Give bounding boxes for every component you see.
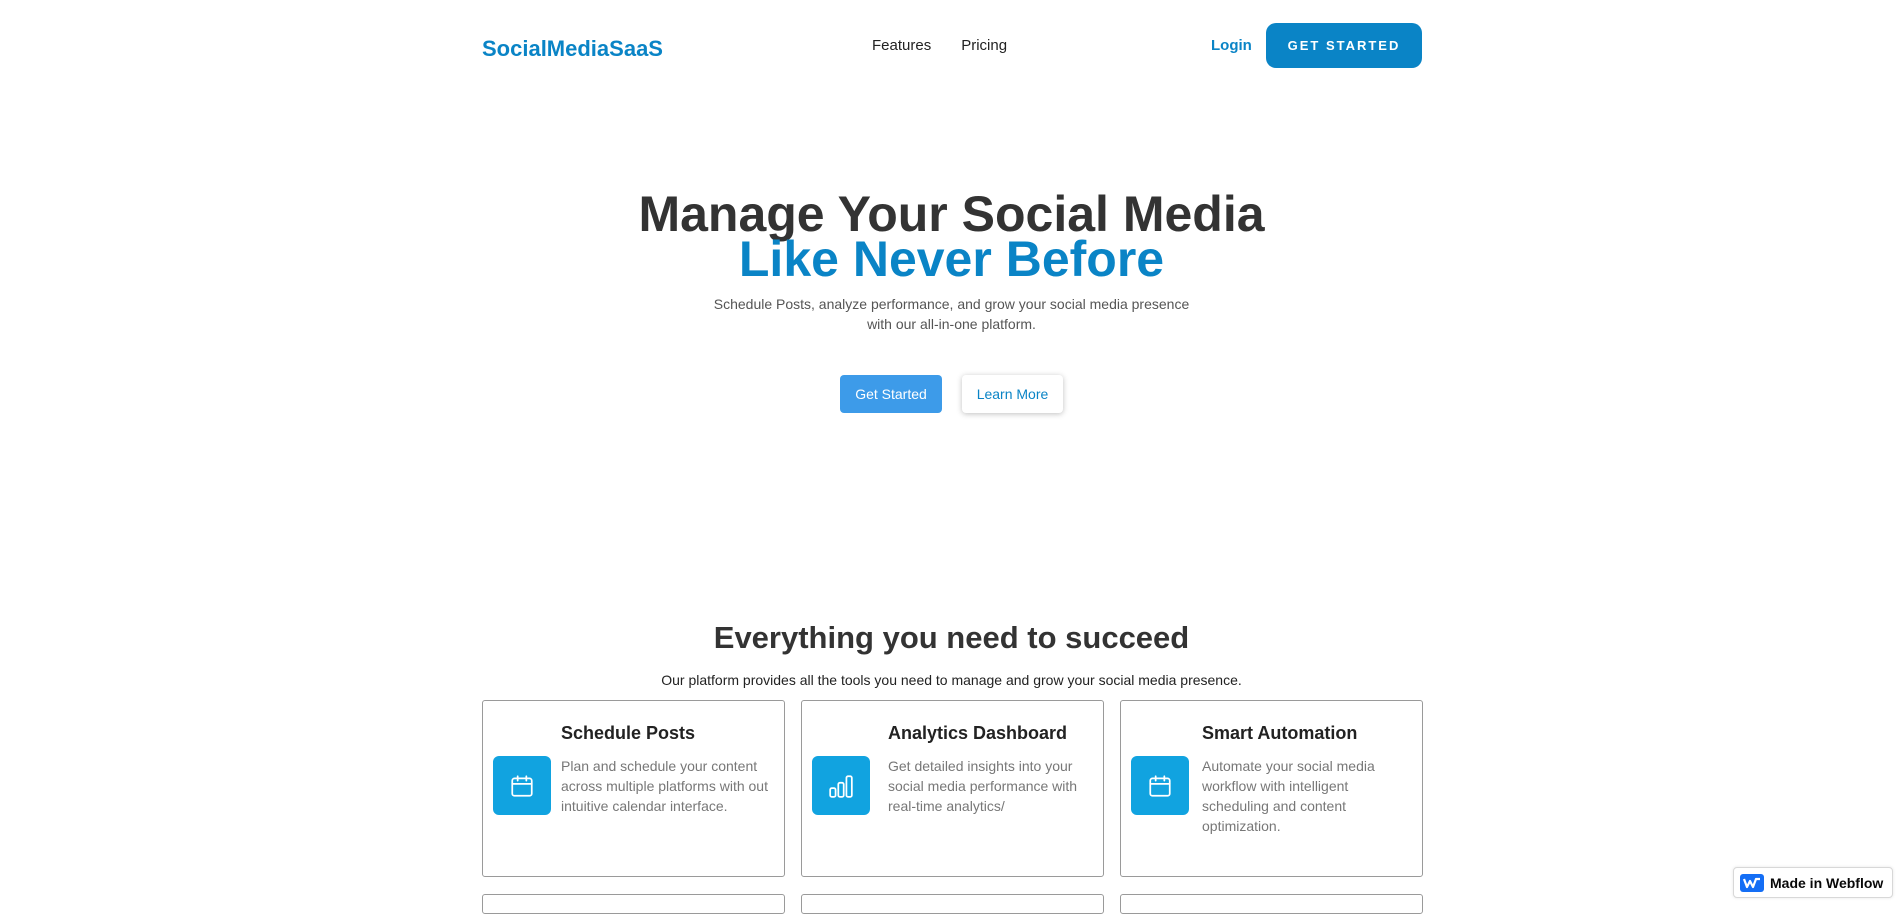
- feature-card-analytics-dashboard: Analytics Dashboard Get detailed insight…: [801, 700, 1104, 877]
- calendar-icon: [1131, 756, 1189, 815]
- learn-more-button[interactable]: Learn More: [962, 375, 1063, 413]
- hero-subtitle-line1: Schedule Posts, analyze performance, and…: [713, 296, 1190, 312]
- feature-card-partial: [801, 894, 1104, 914]
- get-started-nav-button[interactable]: GET STARTED: [1266, 23, 1422, 68]
- top-nav: SocialMediaSaaS Features Pricing Login G…: [482, 23, 1422, 68]
- feature-card-smart-automation: Smart Automation Automate your social me…: [1120, 700, 1423, 877]
- feature-card-schedule-posts: Schedule Posts Plan and schedule your co…: [482, 700, 785, 877]
- nav-links: Features Pricing: [872, 37, 1007, 54]
- nav-link-features[interactable]: Features: [872, 37, 931, 54]
- feature-card-title: Smart Automation: [1202, 723, 1358, 743]
- features-subtitle: Our platform provides all the tools you …: [661, 672, 1242, 688]
- nav-link-pricing[interactable]: Pricing: [961, 37, 1007, 54]
- features-title: Everything you need to succeed: [713, 620, 1190, 655]
- bar-chart-icon: [812, 756, 870, 815]
- get-started-button[interactable]: Get Started: [840, 375, 942, 413]
- feature-card-partial: [1120, 894, 1423, 914]
- made-in-webflow-badge[interactable]: Made in Webflow: [1733, 867, 1893, 898]
- calendar-icon: [493, 756, 551, 815]
- hero-buttons: Get Started Learn More: [840, 375, 1063, 413]
- feature-card-title: Analytics Dashboard: [888, 723, 1068, 743]
- feature-card-description: Get detailed insights into your social m…: [888, 758, 1078, 814]
- feature-card-description: Plan and schedule your content across mu…: [561, 758, 768, 814]
- badge-label: Made in Webflow: [1770, 874, 1884, 891]
- logo[interactable]: SocialMediaSaaS: [482, 36, 663, 62]
- hero-title: Manage Your Social Media Like Never Befo…: [0, 189, 1896, 287]
- feature-card-partial: [482, 894, 785, 914]
- webflow-logo-icon: [1740, 873, 1764, 892]
- hero-subtitle: Schedule Posts, analyze performance, and…: [0, 294, 1896, 334]
- feature-card-title: Schedule Posts: [561, 723, 696, 743]
- hero-title-line2: Like Never Before: [738, 231, 1165, 287]
- feature-card-description: Automate your social media workflow with…: [1202, 758, 1375, 834]
- login-link[interactable]: Login: [1211, 37, 1252, 54]
- hero-subtitle-line2: with our all-in-one platform.: [867, 316, 1036, 332]
